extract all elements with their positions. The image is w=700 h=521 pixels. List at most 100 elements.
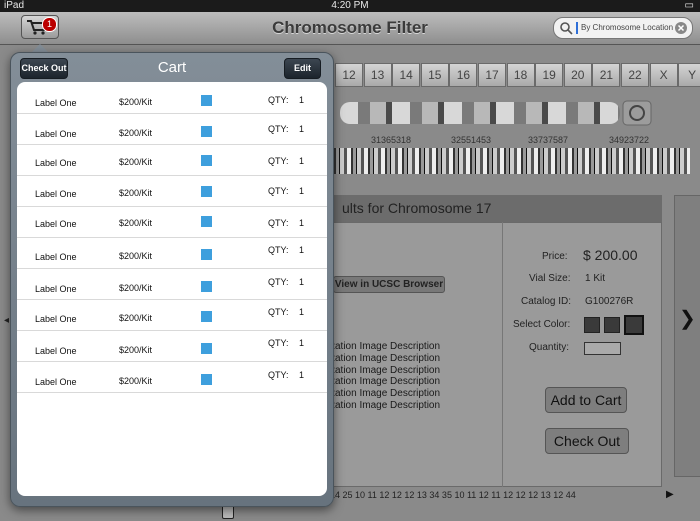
cart-item-price: $200/Kit [119, 157, 153, 167]
cart-item-qty[interactable]: 1 [299, 307, 304, 317]
cart-item-name: Label One [35, 284, 77, 294]
color-swatch-2[interactable] [604, 317, 620, 333]
catalog-id-value: G100276R [585, 296, 634, 307]
cart-item-qty[interactable]: 1 [299, 95, 304, 105]
cart-item-qty-label: QTY: [268, 370, 289, 380]
cart-item-price: $200/Kit [119, 283, 153, 293]
cart-edit-button[interactable]: Edit [284, 58, 321, 79]
cart-item-qty-label: QTY: [268, 156, 289, 166]
results-divider [502, 222, 503, 487]
chromosome-button[interactable]: 12 [335, 63, 363, 87]
cart-item-price: $200/Kit [119, 313, 153, 323]
color-swatch-1[interactable] [584, 317, 600, 333]
image-description: zation Image Description [330, 388, 441, 400]
cart-item-color-swatch [201, 216, 212, 227]
chromosome-button[interactable]: 20 [563, 63, 592, 87]
chromosome-ideogram[interactable] [340, 102, 620, 124]
chevron-left-icon[interactable]: ◂ [4, 315, 9, 326]
chromosome-button[interactable]: 18 [506, 63, 535, 87]
cart-item-color-swatch [201, 343, 212, 354]
cart-row[interactable]: Label One $200/Kit QTY: 1 [17, 206, 327, 238]
cart-item-color-swatch [201, 126, 212, 137]
cart-item-price: $200/Kit [119, 218, 153, 228]
cart-row[interactable]: Label One $200/Kit QTY: 1 [17, 268, 327, 300]
coordinate-label: 32551453 [451, 135, 492, 145]
cart-item-name: Label One [35, 98, 77, 108]
cart-item-qty[interactable]: 1 [299, 370, 304, 380]
cart-item-name: Label One [35, 158, 77, 168]
cart-item-color-swatch [201, 374, 212, 385]
quantity-field[interactable] [584, 342, 621, 355]
zoom-toggle-icon[interactable] [622, 100, 652, 126]
next-panel-button[interactable]: ❯ [674, 195, 700, 477]
chromosome-button[interactable]: 22 [621, 63, 649, 87]
cart-popover: Cart Check Out Edit Label One $200/Kit QTY… [10, 52, 334, 507]
play-icon[interactable]: ▶ [666, 489, 674, 500]
image-description: zation Image Description [330, 352, 441, 364]
search-placeholder: By Chromosome Location [581, 23, 674, 32]
coordinate-label: 33737587 [528, 135, 569, 145]
search-input[interactable]: By Chromosome Location [553, 17, 693, 39]
chromosome-button[interactable]: 15 [420, 63, 449, 87]
cart-item-qty[interactable]: 1 [299, 245, 304, 255]
cart-item-price: $200/Kit [119, 128, 153, 138]
checkout-button[interactable]: Check Out [545, 428, 629, 454]
chromosome-button[interactable]: 16 [449, 63, 478, 87]
quantity-label: Quantity: [529, 342, 570, 353]
band-viewer[interactable] [330, 148, 690, 174]
cart-item-qty[interactable]: 1 [299, 277, 304, 287]
image-description: zation Image Description [330, 376, 441, 388]
cart-item-list: Label One $200/Kit QTY: 1 Label One $200/Kit Q… [17, 82, 327, 496]
cart-row[interactable]: Label One $200/Kit QTY: 1 [17, 361, 327, 393]
ucsc-browser-button[interactable]: View in UCSC Browser [333, 276, 445, 293]
cart-row[interactable]: Label One $200/Kit QTY: 1 [17, 299, 327, 331]
cart-item-name: Label One [35, 346, 77, 356]
cart-row[interactable]: Label One $200/Kit QTY: 1 [17, 113, 327, 145]
chromosome-button[interactable]: 21 [592, 63, 621, 87]
cart-item-name: Label One [35, 129, 77, 139]
cart-item-price: $200/Kit [119, 251, 153, 261]
cart-item-qty-label: QTY: [268, 245, 289, 255]
cart-item-name: Label One [35, 189, 77, 199]
cart-item-qty-label: QTY: [268, 95, 289, 105]
cart-item-qty[interactable]: 1 [299, 124, 304, 134]
color-swatch-3[interactable] [624, 315, 644, 335]
cart-item-color-swatch [201, 155, 212, 166]
pagination[interactable]: 14 25 10 11 12 12 12 13 34 35 10 11 12 1… [330, 490, 576, 500]
cart-row[interactable]: Label One $200/Kit QTY: 1 [17, 82, 327, 114]
chromosome-button[interactable]: 14 [392, 63, 421, 87]
cart-item-qty[interactable]: 1 [299, 186, 304, 196]
cart-item-qty-label: QTY: [268, 277, 289, 287]
coordinate-label: 31365318 [371, 135, 412, 145]
chromosome-button[interactable]: X [649, 63, 678, 87]
chromosome-button[interactable]: 17 [478, 63, 506, 87]
cart-item-qty[interactable]: 1 [299, 338, 304, 348]
cart-item-price: $200/Kit [119, 345, 153, 355]
cart-item-color-swatch [201, 249, 212, 260]
add-to-cart-button[interactable]: Add to Cart [545, 387, 627, 413]
vial-size-label: Vial Size: [529, 273, 571, 284]
chromosome-button[interactable]: 19 [535, 63, 564, 87]
cart-item-qty-label: QTY: [268, 307, 289, 317]
cart-item-color-swatch [201, 281, 212, 292]
catalog-id-label: Catalog ID: [521, 296, 572, 307]
price-value: $ 200.00 [583, 247, 638, 263]
cart-row[interactable]: Label One $200/Kit QTY: 1 [17, 330, 327, 362]
chromosome-button[interactable]: 13 [363, 63, 392, 87]
cart-item-color-swatch [201, 95, 212, 106]
cart-item-qty[interactable]: 1 [299, 156, 304, 166]
cart-item-qty[interactable]: 1 [299, 218, 304, 228]
cart-checkout-button[interactable]: Check Out [20, 58, 68, 79]
image-description: zation Image Description [330, 341, 441, 352]
home-icon[interactable] [222, 505, 234, 519]
clock: 4:20 PM [331, 0, 369, 11]
cart-item-color-swatch [201, 186, 212, 197]
clear-search-icon[interactable] [674, 21, 688, 35]
cart-row[interactable]: Label One $200/Kit QTY: 1 [17, 175, 327, 207]
search-icon [560, 22, 573, 35]
cart-row[interactable]: Label One $200/Kit QTY: 1 [17, 237, 327, 269]
cart-item-name: Label One [35, 377, 77, 387]
chromosome-button[interactable]: Y [678, 63, 700, 87]
price-label: Price: [542, 251, 568, 262]
cart-row[interactable]: Label One $200/Kit QTY: 1 [17, 144, 327, 176]
